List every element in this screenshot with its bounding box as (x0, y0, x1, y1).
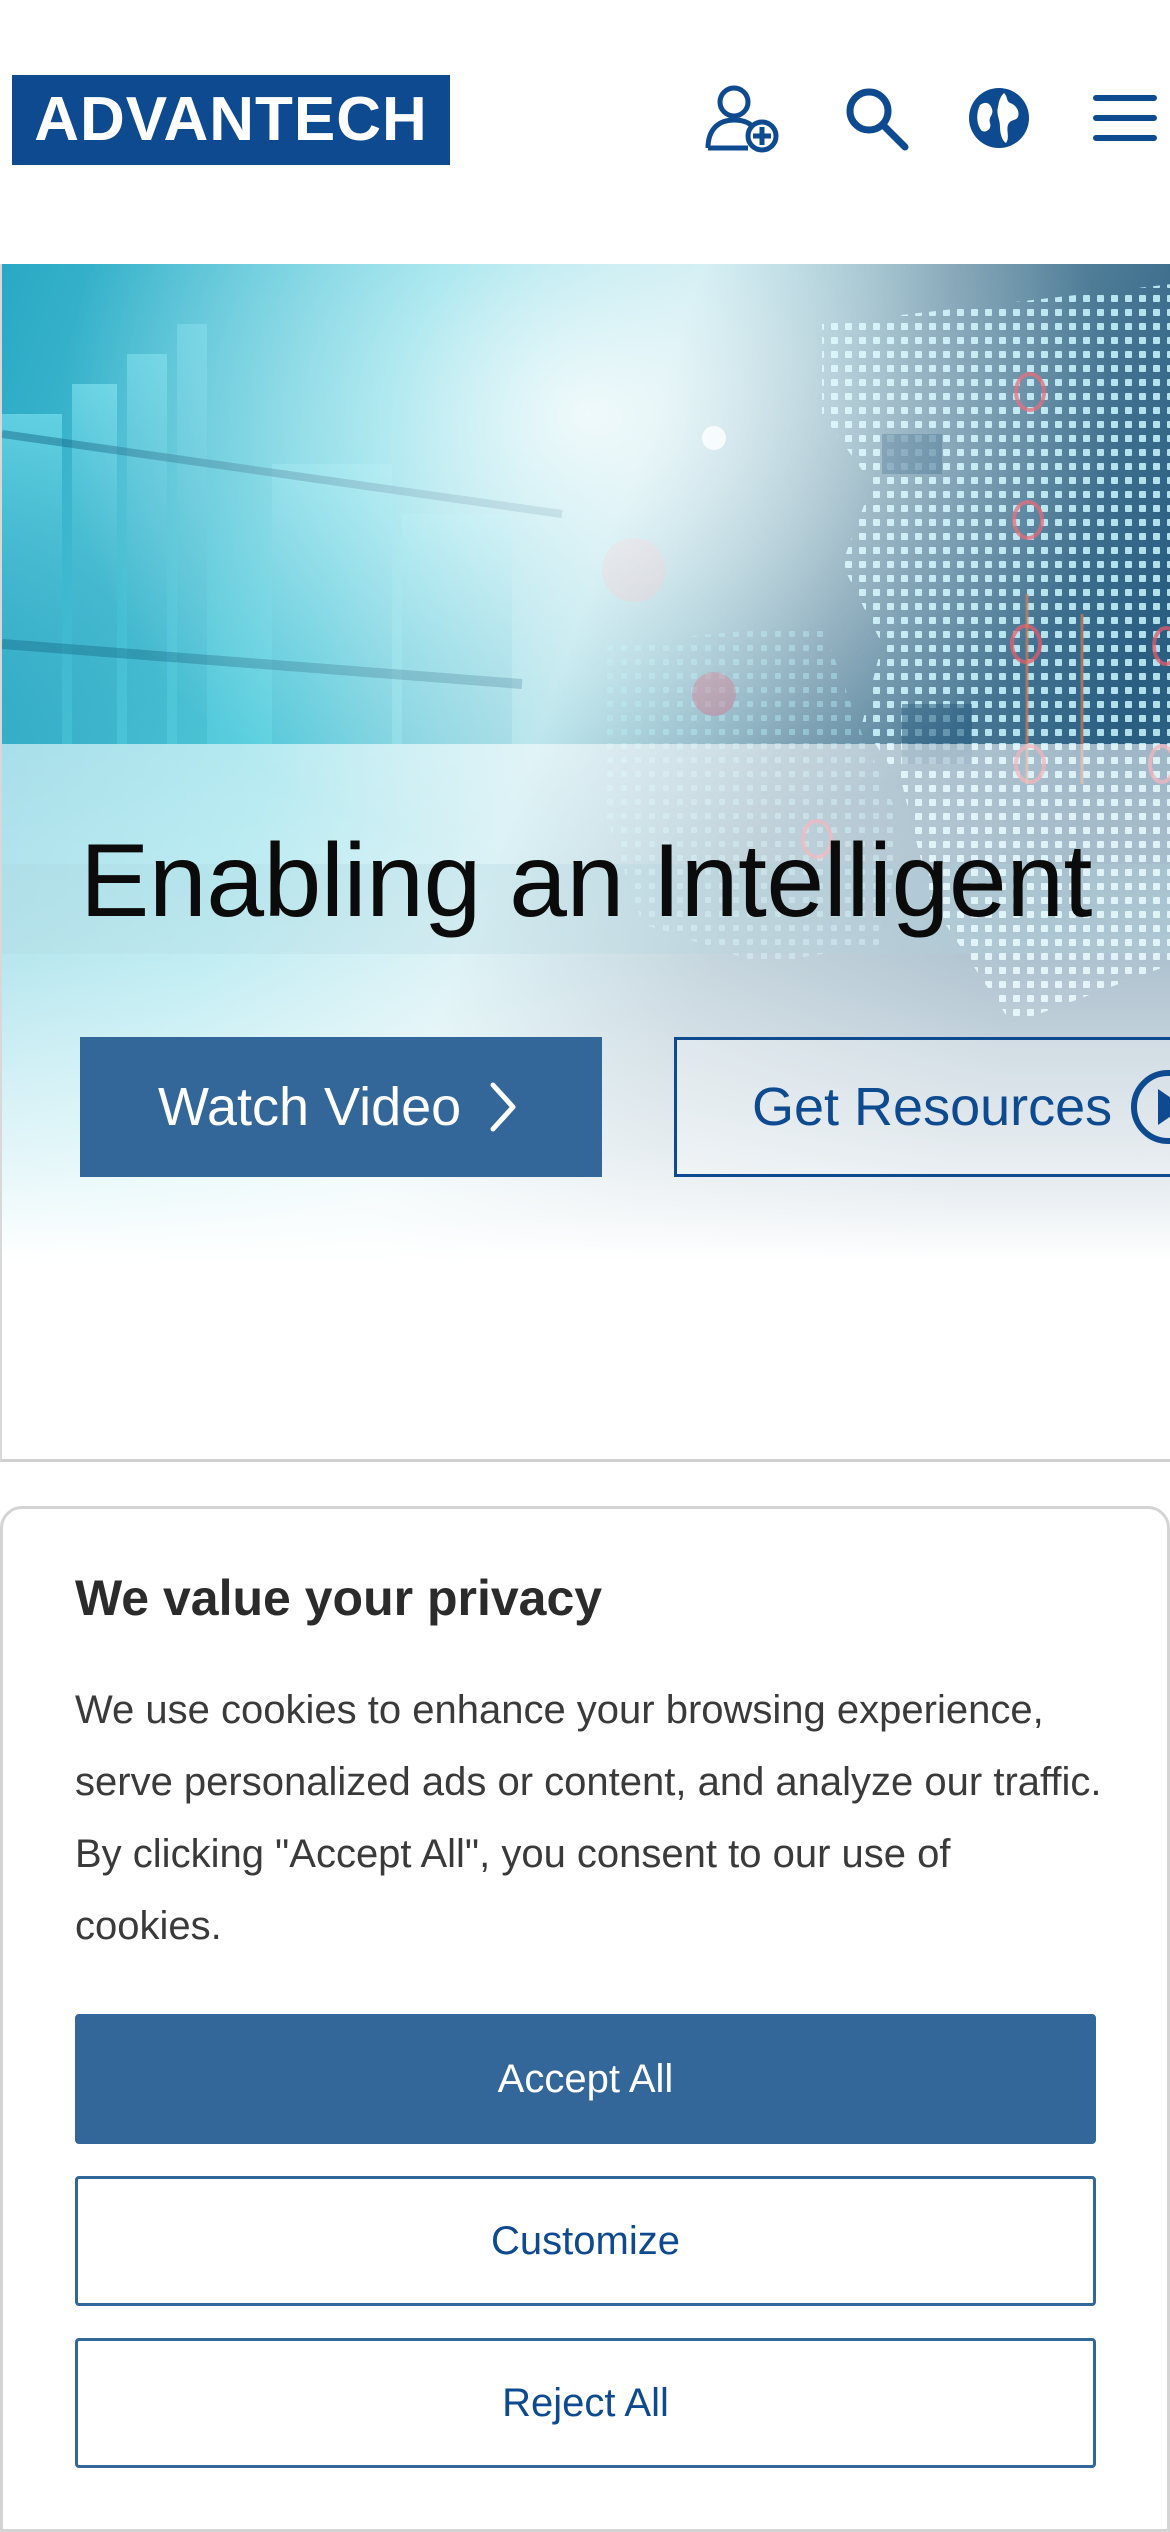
watch-video-button[interactable]: Watch Video (80, 1037, 602, 1177)
chevron-right-icon (487, 1081, 519, 1133)
menu-icon[interactable] (1087, 80, 1163, 156)
reject-all-label: Reject All (502, 2380, 669, 2425)
get-resources-label: Get Resources (752, 1077, 1113, 1137)
hero-banner: Enabling an Intelligent Watch Video Get … (0, 264, 1170, 1462)
search-icon[interactable] (838, 80, 914, 156)
customize-label: Customize (491, 2218, 680, 2263)
cookie-banner-text: We use cookies to enhance your browsing … (75, 1688, 1102, 1948)
globe-icon[interactable] (961, 80, 1037, 156)
reject-all-button[interactable]: Reject All (75, 2338, 1096, 2468)
hero-title: Enabling an Intelligent (80, 823, 1092, 939)
site-header: ADVANTECH (0, 0, 1170, 264)
accept-all-label: Accept All (497, 2056, 674, 2101)
get-resources-button[interactable]: Get Resources (674, 1037, 1170, 1177)
user-add-icon[interactable] (704, 80, 780, 156)
play-circle-icon (1128, 1067, 1170, 1147)
advantech-logo[interactable]: ADVANTECH (12, 75, 450, 165)
cookie-banner-title: We value your privacy (75, 1570, 603, 1626)
accept-all-button[interactable]: Accept All (75, 2014, 1096, 2144)
logo-text: ADVANTECH (34, 85, 428, 154)
watch-video-label: Watch Video (158, 1077, 462, 1137)
customize-button[interactable]: Customize (75, 2176, 1096, 2306)
cookie-consent-banner: We value your privacy We use cookies to … (0, 1506, 1170, 2532)
